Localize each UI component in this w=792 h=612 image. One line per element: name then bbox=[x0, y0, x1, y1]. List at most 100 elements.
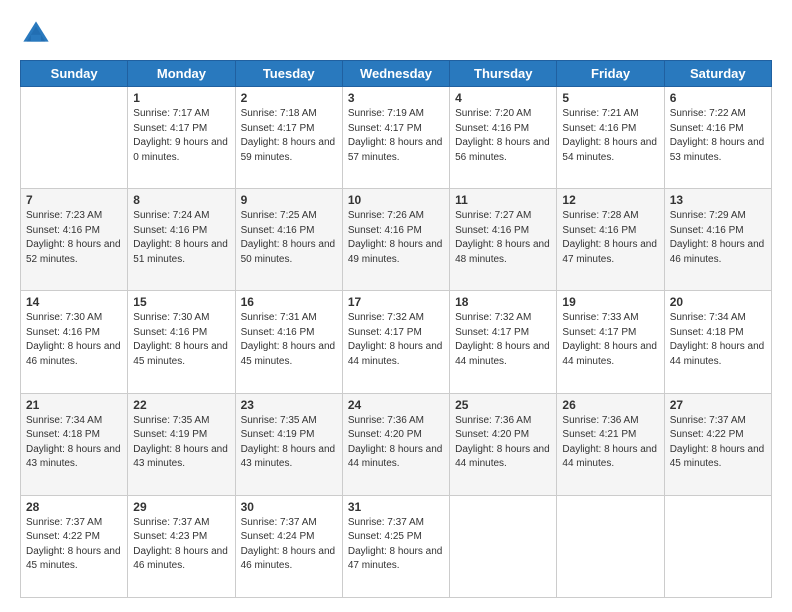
weekday-header: Saturday bbox=[664, 61, 771, 87]
sun-info: Sunrise: 7:34 AMSunset: 4:18 PMDaylight:… bbox=[670, 311, 766, 369]
calendar-cell: 2Sunrise: 7:18 AMSunset: 4:17 PMDaylight… bbox=[235, 87, 342, 189]
calendar-cell: 12 Sunrise: 7:28 AMSunset: 4:16 PMDayligh… bbox=[557, 189, 664, 291]
calendar-cell: 10 Sunrise: 7:26 AMSunset: 4:16 PMDayligh… bbox=[342, 189, 449, 291]
calendar-week-row: 7Sunrise: 7:23 AMSunset: 4:16 PMDaylight… bbox=[21, 189, 772, 291]
sun-info: Sunrise: 7:19 AMSunset: 4:17 PMDaylight:… bbox=[348, 107, 444, 165]
calendar-cell: 16Sunrise: 7:31 AMSunset: 4:16 PMDayligh… bbox=[235, 291, 342, 393]
calendar-week-row: 14 Sunrise: 7:30 AMSunset: 4:16 PMDayligh… bbox=[21, 291, 772, 393]
calendar-cell bbox=[664, 495, 771, 597]
day-number: 1 bbox=[133, 91, 229, 105]
calendar-cell: 19 Sunrise: 7:33 AMSunset: 4:17 PMDayligh… bbox=[557, 291, 664, 393]
day-number: 31 bbox=[348, 500, 444, 514]
sun-info: Sunrise: 7:33 AMSunset: 4:17 PMDaylight:… bbox=[562, 311, 658, 369]
sun-info: Sunrise: 7:34 AMSunset: 4:18 PMDaylight:… bbox=[26, 414, 122, 472]
calendar-cell: 17 Sunrise: 7:32 AMSunset: 4:17 PMDayligh… bbox=[342, 291, 449, 393]
sun-info: Sunrise: 7:37 AMSunset: 4:23 PMDaylight:… bbox=[133, 516, 229, 574]
sun-info: Sunrise: 7:27 AMSunset: 4:16 PMDaylight:… bbox=[455, 209, 551, 267]
calendar-cell: 18 Sunrise: 7:32 AMSunset: 4:17 PMDayligh… bbox=[450, 291, 557, 393]
day-number: 11 bbox=[455, 193, 551, 207]
day-number: 23 bbox=[241, 398, 337, 412]
day-number: 17 bbox=[348, 295, 444, 309]
day-number: 24 bbox=[348, 398, 444, 412]
calendar-cell: 25 Sunrise: 7:36 AMSunset: 4:20 PMDayligh… bbox=[450, 393, 557, 495]
sun-info: Sunrise: 7:32 AMSunset: 4:17 PMDaylight:… bbox=[348, 311, 444, 369]
calendar-cell: 28Sunrise: 7:37 AMSunset: 4:22 PMDayligh… bbox=[21, 495, 128, 597]
calendar-cell: 24 Sunrise: 7:36 AMSunset: 4:20 PMDayligh… bbox=[342, 393, 449, 495]
day-number: 20 bbox=[670, 295, 766, 309]
calendar-cell: 26 Sunrise: 7:36 AMSunset: 4:21 PMDayligh… bbox=[557, 393, 664, 495]
sun-info: Sunrise: 7:35 AMSunset: 4:19 PMDaylight:… bbox=[241, 414, 337, 472]
sun-info: Sunrise: 7:24 AMSunset: 4:16 PMDaylight:… bbox=[133, 209, 229, 267]
calendar-cell: 11 Sunrise: 7:27 AMSunset: 4:16 PMDayligh… bbox=[450, 189, 557, 291]
day-number: 22 bbox=[133, 398, 229, 412]
page: SundayMondayTuesdayWednesdayThursdayFrid… bbox=[0, 0, 792, 612]
calendar-cell: 30 Sunrise: 7:37 AMSunset: 4:24 PMDayligh… bbox=[235, 495, 342, 597]
day-number: 12 bbox=[562, 193, 658, 207]
day-number: 30 bbox=[241, 500, 337, 514]
logo-icon bbox=[20, 18, 52, 50]
calendar-cell: 4 Sunrise: 7:20 AMSunset: 4:16 PMDaylight… bbox=[450, 87, 557, 189]
day-number: 10 bbox=[348, 193, 444, 207]
day-number: 3 bbox=[348, 91, 444, 105]
calendar-cell: 1 Sunrise: 7:17 AMSunset: 4:17 PMDaylight… bbox=[128, 87, 235, 189]
weekday-header: Friday bbox=[557, 61, 664, 87]
day-number: 7 bbox=[26, 193, 122, 207]
calendar-header-row: SundayMondayTuesdayWednesdayThursdayFrid… bbox=[21, 61, 772, 87]
calendar-cell: 3 Sunrise: 7:19 AMSunset: 4:17 PMDaylight… bbox=[342, 87, 449, 189]
weekday-header: Tuesday bbox=[235, 61, 342, 87]
day-number: 18 bbox=[455, 295, 551, 309]
calendar-week-row: 1 Sunrise: 7:17 AMSunset: 4:17 PMDaylight… bbox=[21, 87, 772, 189]
sun-info: Sunrise: 7:21 AMSunset: 4:16 PMDaylight:… bbox=[562, 107, 658, 165]
day-number: 4 bbox=[455, 91, 551, 105]
sun-info: Sunrise: 7:36 AMSunset: 4:20 PMDaylight:… bbox=[455, 414, 551, 472]
day-number: 26 bbox=[562, 398, 658, 412]
day-number: 27 bbox=[670, 398, 766, 412]
sun-info: Sunrise: 7:37 AMSunset: 4:22 PMDaylight:… bbox=[670, 414, 766, 472]
day-number: 14 bbox=[26, 295, 122, 309]
day-number: 29 bbox=[133, 500, 229, 514]
day-number: 21 bbox=[26, 398, 122, 412]
sun-info: Sunrise: 7:31 AMSunset: 4:16 PMDaylight:… bbox=[241, 311, 337, 369]
sun-info: Sunrise: 7:20 AMSunset: 4:16 PMDaylight:… bbox=[455, 107, 551, 165]
sun-info: Sunrise: 7:29 AMSunset: 4:16 PMDaylight:… bbox=[670, 209, 766, 267]
logo bbox=[20, 18, 56, 50]
sun-info: Sunrise: 7:25 AMSunset: 4:16 PMDaylight:… bbox=[241, 209, 337, 267]
weekday-header: Wednesday bbox=[342, 61, 449, 87]
calendar-cell: 31 Sunrise: 7:37 AMSunset: 4:25 PMDayligh… bbox=[342, 495, 449, 597]
day-number: 13 bbox=[670, 193, 766, 207]
calendar-cell: 7Sunrise: 7:23 AMSunset: 4:16 PMDaylight… bbox=[21, 189, 128, 291]
calendar-cell: 9 Sunrise: 7:25 AMSunset: 4:16 PMDaylight… bbox=[235, 189, 342, 291]
sun-info: Sunrise: 7:36 AMSunset: 4:20 PMDaylight:… bbox=[348, 414, 444, 472]
sun-info: Sunrise: 7:37 AMSunset: 4:25 PMDaylight:… bbox=[348, 516, 444, 574]
calendar-cell bbox=[21, 87, 128, 189]
day-number: 15 bbox=[133, 295, 229, 309]
day-number: 9 bbox=[241, 193, 337, 207]
calendar-cell: 27 Sunrise: 7:37 AMSunset: 4:22 PMDayligh… bbox=[664, 393, 771, 495]
calendar-cell bbox=[557, 495, 664, 597]
calendar-week-row: 28Sunrise: 7:37 AMSunset: 4:22 PMDayligh… bbox=[21, 495, 772, 597]
calendar-cell: 5Sunrise: 7:21 AMSunset: 4:16 PMDaylight… bbox=[557, 87, 664, 189]
calendar-cell: 29 Sunrise: 7:37 AMSunset: 4:23 PMDayligh… bbox=[128, 495, 235, 597]
calendar-cell bbox=[450, 495, 557, 597]
sun-info: Sunrise: 7:36 AMSunset: 4:21 PMDaylight:… bbox=[562, 414, 658, 472]
sun-info: Sunrise: 7:17 AMSunset: 4:17 PMDaylight:… bbox=[133, 107, 229, 165]
day-number: 25 bbox=[455, 398, 551, 412]
day-number: 2 bbox=[241, 91, 337, 105]
calendar-cell: 6Sunrise: 7:22 AMSunset: 4:16 PMDaylight… bbox=[664, 87, 771, 189]
calendar-cell: 15 Sunrise: 7:30 AMSunset: 4:16 PMDayligh… bbox=[128, 291, 235, 393]
weekday-header: Thursday bbox=[450, 61, 557, 87]
sun-info: Sunrise: 7:30 AMSunset: 4:16 PMDaylight:… bbox=[133, 311, 229, 369]
header bbox=[20, 18, 772, 50]
sun-info: Sunrise: 7:26 AMSunset: 4:16 PMDaylight:… bbox=[348, 209, 444, 267]
sun-info: Sunrise: 7:30 AMSunset: 4:16 PMDaylight:… bbox=[26, 311, 122, 369]
day-number: 19 bbox=[562, 295, 658, 309]
sun-info: Sunrise: 7:32 AMSunset: 4:17 PMDaylight:… bbox=[455, 311, 551, 369]
sun-info: Sunrise: 7:28 AMSunset: 4:16 PMDaylight:… bbox=[562, 209, 658, 267]
calendar-cell: 21 Sunrise: 7:34 AMSunset: 4:18 PMDayligh… bbox=[21, 393, 128, 495]
sun-info: Sunrise: 7:37 AMSunset: 4:24 PMDaylight:… bbox=[241, 516, 337, 574]
calendar-body: 1 Sunrise: 7:17 AMSunset: 4:17 PMDaylight… bbox=[21, 87, 772, 598]
day-number: 8 bbox=[133, 193, 229, 207]
calendar-cell: 8 Sunrise: 7:24 AMSunset: 4:16 PMDaylight… bbox=[128, 189, 235, 291]
calendar-cell: 22Sunrise: 7:35 AMSunset: 4:19 PMDayligh… bbox=[128, 393, 235, 495]
weekday-header: Monday bbox=[128, 61, 235, 87]
